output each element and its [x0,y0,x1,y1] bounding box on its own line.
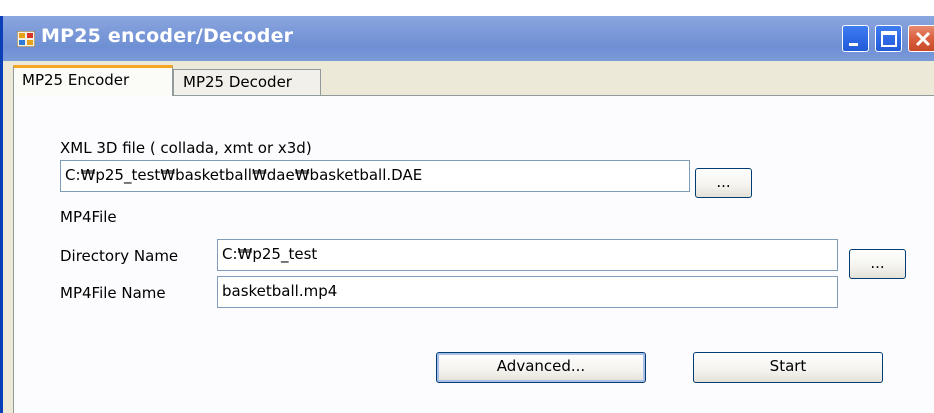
app-window: MP25 encoder/Decoder MP25 Encoder MP25 D… [0,16,934,413]
advanced-button[interactable]: Advanced... [436,352,646,383]
encoder-panel: XML 3D file ( collada, xmt or x3d) C:₩p2… [13,95,934,413]
xml-file-label: XML 3D file ( collada, xmt or x3d) [60,139,312,157]
directory-name-label: Directory Name [60,247,179,265]
mp4file-section-label: MP4File [60,208,117,226]
directory-name-input[interactable]: C:₩p25_test [217,239,838,271]
minimize-button[interactable] [842,25,869,52]
maximize-icon [881,31,897,47]
screen: MP25 encoder/Decoder MP25 Encoder MP25 D… [0,0,934,413]
xml-browse-button[interactable]: ... [695,168,752,198]
mp4file-name-input[interactable]: basketball.mp4 [217,276,838,308]
tab-label: MP25 Decoder [183,73,292,91]
directory-browse-button[interactable]: ... [849,249,906,279]
xml-file-input[interactable]: C:₩p25_test₩basketball₩dae₩basketball.DA… [60,160,690,192]
maximize-button[interactable] [875,25,902,52]
app-window-icon[interactable] [16,30,36,48]
minimize-icon [849,43,858,46]
tab-mp25-decoder[interactable]: MP25 Decoder [173,69,321,95]
start-button[interactable]: Start [693,352,883,383]
window-title: MP25 encoder/Decoder [41,25,294,47]
tab-label: MP25 Encoder [22,71,130,89]
tab-strip: MP25 Encoder MP25 Decoder [13,65,934,96]
close-icon [915,31,931,47]
close-button[interactable] [908,25,934,52]
title-bar[interactable]: MP25 encoder/Decoder [3,16,934,61]
mp4file-name-label: MP4File Name [60,284,166,302]
tab-mp25-encoder[interactable]: MP25 Encoder [13,65,173,96]
